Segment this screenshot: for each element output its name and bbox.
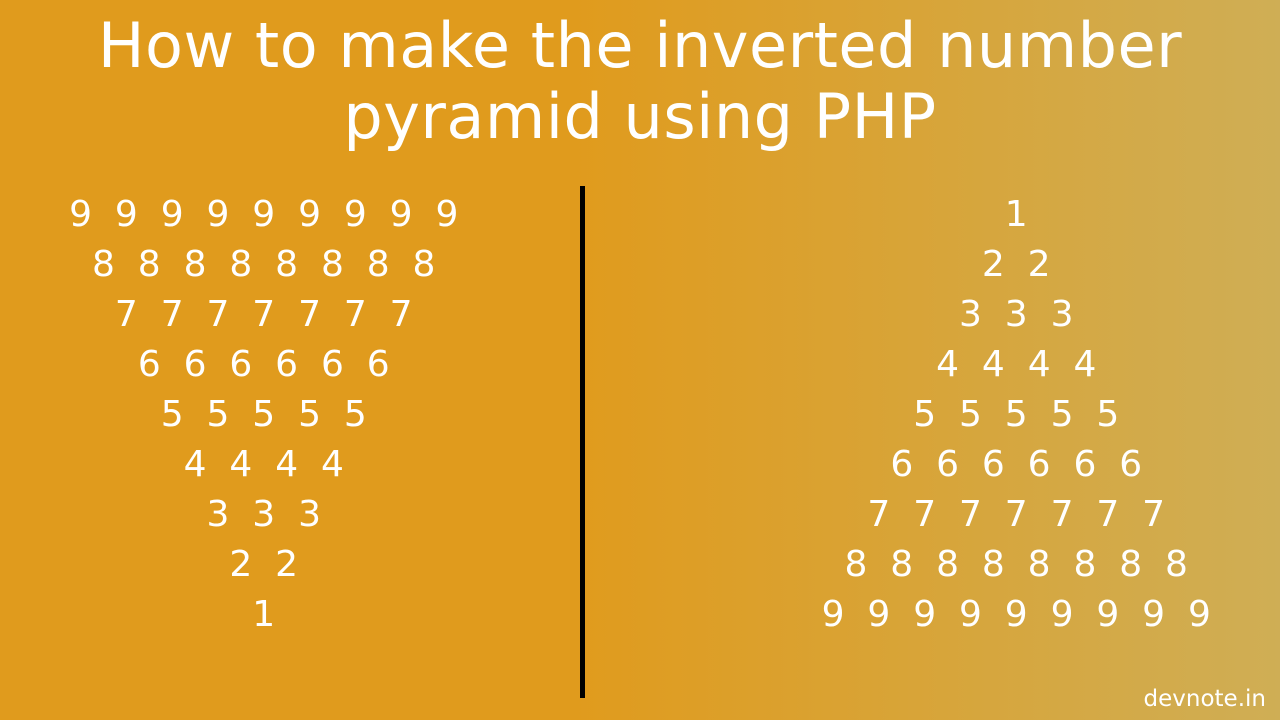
credit-label: devnote.in xyxy=(1144,686,1266,712)
title-line-1: How to make the inverted number xyxy=(98,9,1182,82)
pyramid-row: 1 xyxy=(252,590,275,640)
title-line-2: pyramid using PHP xyxy=(343,80,936,153)
pyramid-row: 4 4 4 4 xyxy=(184,440,344,490)
pyramid-row: 8 8 8 8 8 8 8 8 xyxy=(92,240,435,290)
content-area: 9 9 9 9 9 9 9 9 9 8 8 8 8 8 8 8 8 7 7 7 … xyxy=(0,190,1280,700)
pyramid-row: 2 2 xyxy=(982,240,1051,290)
pyramid-row: 7 7 7 7 7 7 7 xyxy=(867,490,1165,540)
normal-pyramid-column: 1 2 2 3 3 3 4 4 4 4 5 5 5 5 5 6 6 6 6 6 … xyxy=(668,190,1280,640)
pyramid-row: 5 5 5 5 5 xyxy=(913,390,1119,440)
pyramid-row: 6 6 6 6 6 6 xyxy=(138,340,390,390)
pyramid-row: 7 7 7 7 7 7 7 xyxy=(115,290,413,340)
pyramid-row: 2 2 xyxy=(229,540,298,590)
pyramid-row: 5 5 5 5 5 xyxy=(161,390,367,440)
pyramid-row: 9 9 9 9 9 9 9 9 9 xyxy=(822,590,1211,640)
pyramid-row: 9 9 9 9 9 9 9 9 9 xyxy=(69,190,458,240)
pyramid-row: 1 xyxy=(1005,190,1028,240)
pyramid-row: 4 4 4 4 xyxy=(936,340,1096,390)
pyramid-row: 8 8 8 8 8 8 8 8 xyxy=(845,540,1188,590)
pyramid-row: 3 3 3 xyxy=(207,490,322,540)
pyramid-row: 3 3 3 xyxy=(959,290,1074,340)
inverted-pyramid-column: 9 9 9 9 9 9 9 9 9 8 8 8 8 8 8 8 8 7 7 7 … xyxy=(0,190,668,640)
page-title: How to make the inverted number pyramid … xyxy=(0,0,1280,153)
pyramid-row: 6 6 6 6 6 6 xyxy=(890,440,1142,490)
